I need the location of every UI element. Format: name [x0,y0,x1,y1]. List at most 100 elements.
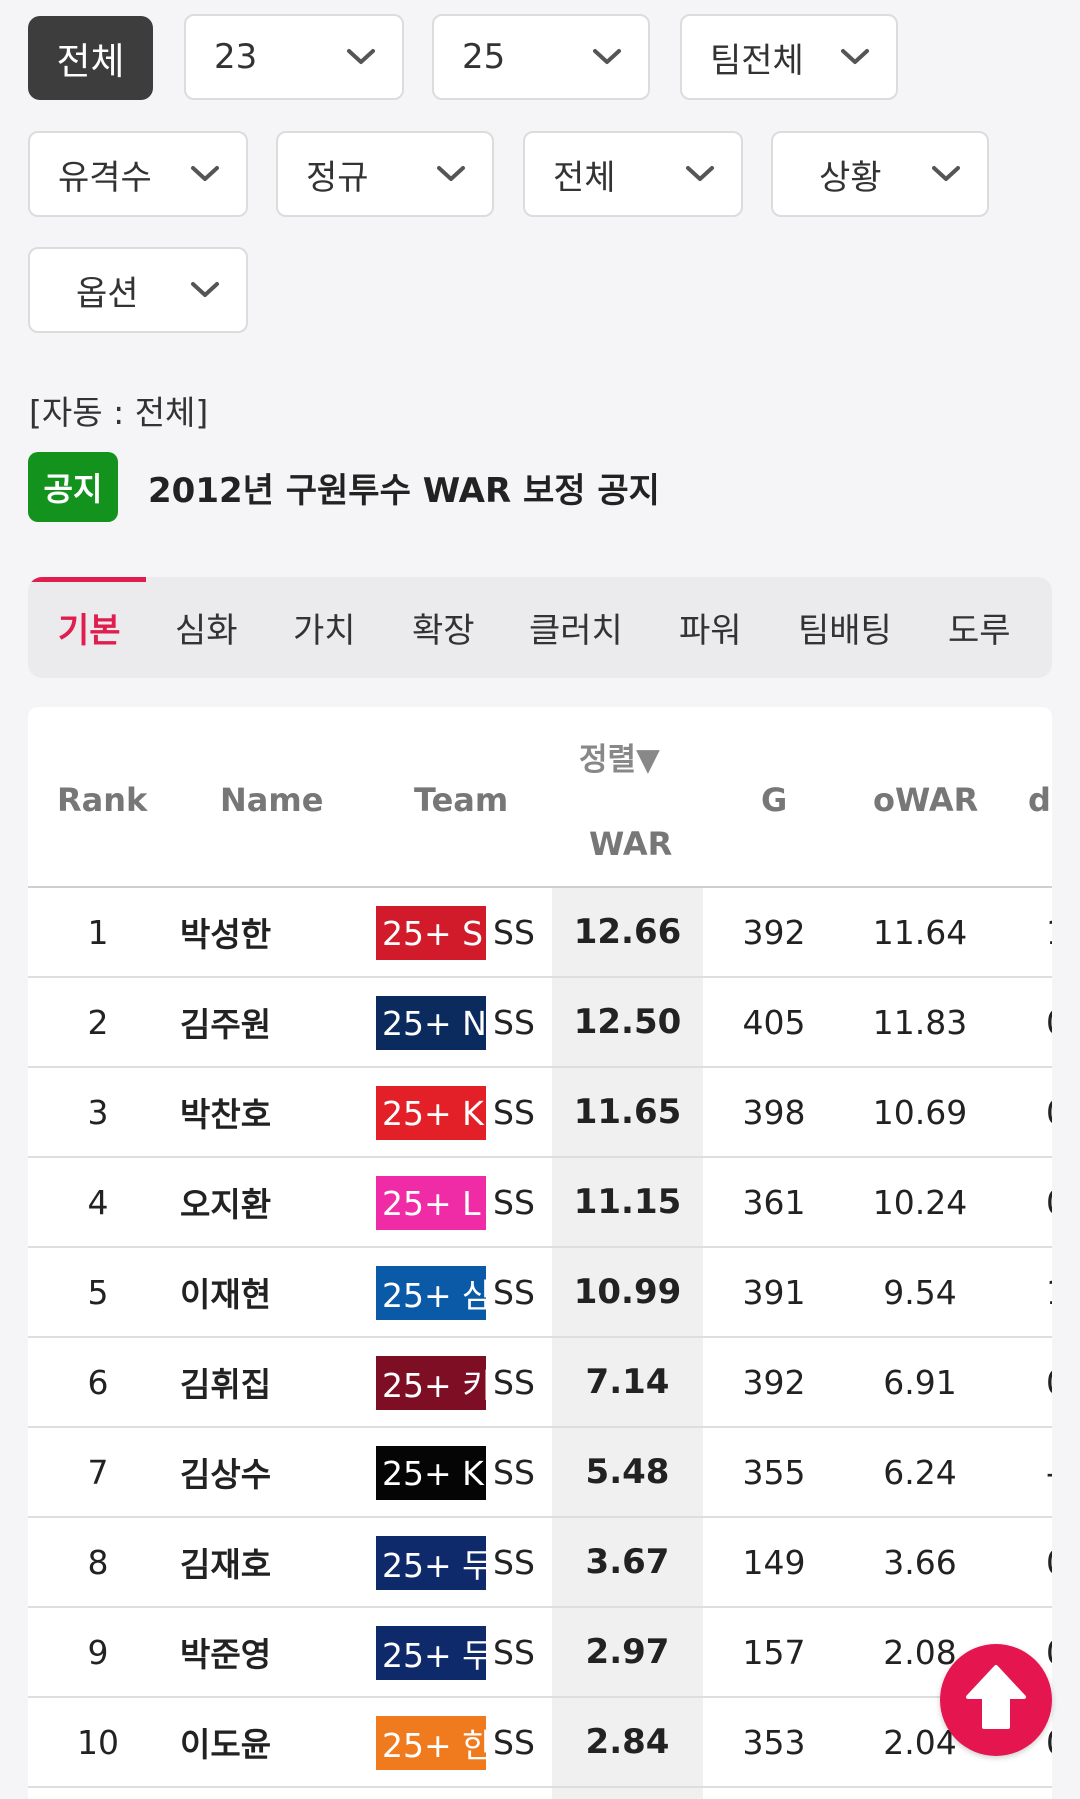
games-cell: 149 [742,1542,806,1582]
war-cell: 12.50 [573,1002,682,1042]
auto-filter-label: [자동 : 전체] [29,393,209,432]
player-name[interactable]: 김상수 [180,1428,271,1516]
split-value: 전체 [553,157,616,198]
games-cell: 157 [742,1632,806,1672]
season-type-select[interactable]: 정규 [276,131,494,217]
tab-advanced[interactable]: 심화 [175,577,238,678]
chevron-down-icon [190,165,220,183]
player-name[interactable]: 박성한 [180,888,271,976]
stats-table: Rank Name Team 정렬▼ WAR G oWAR dW 1 박성한 25+… [28,707,1052,1799]
tab-basic[interactable]: 기본 [28,577,146,678]
tab-value[interactable]: 가치 [293,577,356,678]
header-team[interactable]: Team [414,781,508,819]
chevron-down-icon [592,48,622,66]
header-dwar[interactable]: dW [1028,781,1052,819]
table-row[interactable]: 5 이재현 25+ 삼SS 10.99 391 9.54 1 [28,1248,1052,1338]
table-row[interactable]: 6 김휘집 25+ 키SS 7.14 392 6.91 0 [28,1338,1052,1428]
team-badge: 25+ S [376,906,486,960]
tab-extended[interactable]: 확장 [412,577,475,678]
owar-cell: 9.54 [883,1272,957,1312]
rank-cell: 5 [87,1272,109,1312]
war-cell: 3.67 [585,1542,670,1582]
chevron-down-icon [931,165,961,183]
chevron-down-icon [840,48,870,66]
dwar-cell: - [1046,1428,1052,1516]
scroll-to-top-button[interactable] [940,1644,1052,1756]
rank-cell: 10 [77,1722,119,1762]
player-name[interactable]: 김재호 [180,1518,271,1606]
table-row[interactable]: 7 김상수 25+ KSS 5.48 355 6.24 - [28,1428,1052,1518]
table-row[interactable]: 2 김주원 25+ NSS 12.50 405 11.83 0 [28,978,1052,1068]
team-badge: 25+ 두 [376,1536,493,1590]
owar-cell: 3.66 [883,1542,957,1582]
table-row[interactable]: 9박준영25+ 두SS2.971572.080 [28,1608,1052,1698]
dwar-cell: 0 [1046,1338,1052,1426]
player-name[interactable]: 오지환 [180,1158,271,1246]
rank-cell: 7 [87,1452,109,1492]
table-header: Rank Name Team 정렬▼ WAR G oWAR dW [28,707,1052,888]
chevron-down-icon [685,165,715,183]
season-end-select[interactable]: 25 [432,14,650,100]
header-rank[interactable]: Rank [57,781,147,819]
position-cell: SS [493,1092,535,1132]
arrow-up-icon [964,1663,1028,1737]
war-cell: 11.15 [573,1182,682,1222]
season-start-select[interactable]: 23 [184,14,404,100]
owar-cell: 6.91 [883,1362,957,1402]
options-value: 옵션 [76,273,139,314]
table-row[interactable]: 1 박성한 25+ SSS 12.66 392 11.64 1 [28,888,1052,978]
split-select[interactable]: 전체 [523,131,743,217]
games-cell: 405 [742,1002,806,1042]
header-war[interactable]: WAR [589,825,672,863]
filter-all-button[interactable]: 전체 [28,16,153,100]
table-row[interactable]: 3 박찬호 25+ KSS 11.65 398 10.69 0 [28,1068,1052,1158]
rank-cell: 2 [87,1002,109,1042]
player-name[interactable]: 김휘집 [180,1338,271,1426]
team-select[interactable]: 팀전체 [680,14,898,100]
games-cell: 391 [742,1272,806,1312]
war-cell: 12.66 [573,912,682,952]
table-row[interactable]: 8 김재호 25+ 두SS 3.67 149 3.66 0 [28,1518,1052,1608]
team-badge: 25+ 삼 [376,1266,493,1320]
player-name[interactable]: 박준영 [180,1608,271,1696]
header-g[interactable]: G [761,781,787,819]
dwar-cell: 0 [1046,1068,1052,1156]
sort-indicator[interactable]: 정렬▼ [579,734,660,779]
games-cell: 353 [742,1722,806,1762]
chevron-down-icon [436,165,466,183]
player-name[interactable]: 김주원 [180,978,271,1066]
options-select[interactable]: 옵션 [28,247,248,333]
tab-power[interactable]: 파워 [679,577,742,678]
notice-link[interactable]: 2012년 구원투수 WAR 보정 공지 [148,463,660,512]
situation-select[interactable]: 상황 [771,131,989,217]
table-row[interactable]: 10이도윤25+ 한SS2.843532.040 [28,1698,1052,1788]
owar-cell: 10.24 [872,1182,968,1222]
header-name[interactable]: Name [220,781,323,819]
position-cell: SS [493,1542,535,1582]
notice[interactable]: 공지 2012년 구원투수 WAR 보정 공지 [28,452,660,522]
tab-team-batting[interactable]: 팀배팅 [798,577,892,678]
header-owar[interactable]: oWAR [873,781,978,819]
season-type-value: 정규 [306,157,369,198]
position-cell: SS [493,1182,535,1222]
tab-clutch[interactable]: 클러치 [529,577,623,678]
position-select[interactable]: 유격수 [28,131,248,217]
team-badge: 25+ K [376,1446,486,1500]
dwar-cell: 0 [1046,978,1052,1066]
notice-badge: 공지 [28,452,118,522]
position-cell: SS [493,1362,535,1402]
position-value: 유격수 [58,157,152,198]
player-name[interactable]: 박찬호 [180,1068,271,1156]
player-name[interactable]: 이재현 [180,1248,271,1336]
player-name[interactable]: 이도윤 [180,1698,271,1786]
tab-stolen-base[interactable]: 도루 [948,577,1011,678]
team-badge: 25+ 키 [376,1356,493,1410]
team-badge: 25+ 두 [376,1626,493,1680]
war-cell: 10.99 [573,1272,682,1312]
position-cell: SS [493,1272,535,1312]
war-cell: 5.48 [585,1452,670,1492]
rank-cell: 9 [87,1632,109,1672]
position-cell: SS [493,1632,535,1672]
stat-tabs: 기본 심화 가치 확장 클러치 파워 팀배팅 도루 [28,577,1052,678]
table-row[interactable]: 4 오지환 25+ LSS 11.15 361 10.24 0 [28,1158,1052,1248]
